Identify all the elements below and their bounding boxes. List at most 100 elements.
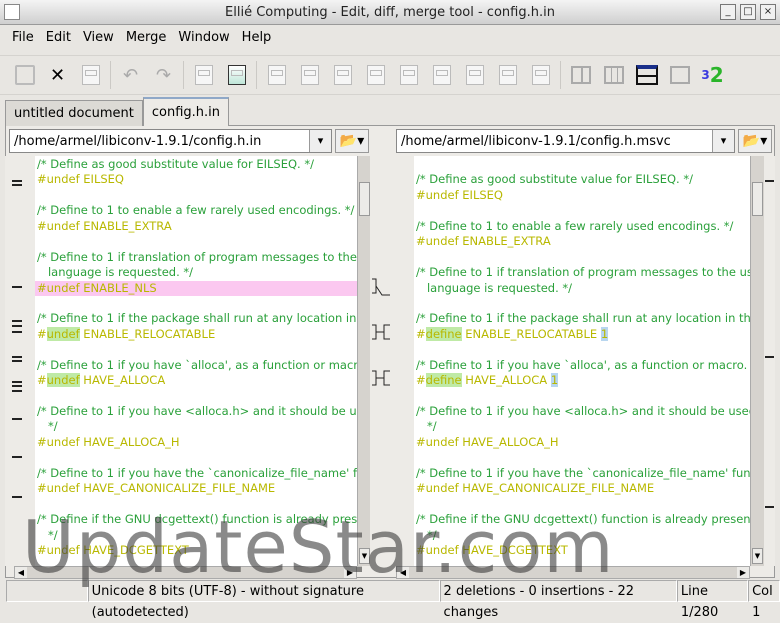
changed-value: 1 — [550, 373, 559, 388]
close-button[interactable]: × — [760, 4, 776, 20]
code-line: /* Define to 1 if the package shall run … — [37, 311, 357, 326]
scroll-left-arrow[interactable]: ◀ — [15, 567, 27, 578]
code-text: # — [37, 373, 47, 388]
merge-button-1[interactable] — [260, 59, 293, 91]
merge-icon — [465, 65, 484, 85]
changed-token: undef — [46, 326, 80, 341]
code-line: /* Define to 1 to enable a few rarely us… — [37, 203, 355, 218]
next-diff-button[interactable] — [220, 59, 253, 91]
code-line: #undef HAVE_ALLOCA_H — [416, 434, 559, 449]
chevron-down-icon[interactable]: ▾ — [309, 130, 331, 152]
save-button[interactable] — [8, 59, 41, 91]
diff-count-button[interactable]: 32 — [696, 59, 729, 91]
layout-three-columns-button[interactable] — [597, 59, 630, 91]
scroll-right-arrow[interactable]: ▶ — [344, 567, 356, 578]
code-line: /* Define to 1 if you have the `canonica… — [37, 465, 357, 480]
changed-token: define — [425, 326, 462, 341]
left-vertical-scrollbar[interactable]: ▼ — [357, 156, 371, 566]
tab-config-h-in[interactable]: config.h.in — [142, 97, 230, 126]
merge-button-2[interactable] — [293, 59, 326, 91]
menu-merge[interactable]: Merge — [120, 26, 173, 50]
layout-columns-button[interactable] — [663, 59, 696, 91]
merge-icon — [432, 65, 451, 85]
code-text: # — [416, 373, 426, 388]
code-line: /* Define as good substitute value for E… — [37, 157, 314, 171]
save-all-button[interactable] — [74, 59, 107, 91]
left-editor[interactable]: /* Define as good substitute value for E… — [35, 156, 357, 566]
scroll-thumb[interactable] — [752, 182, 763, 216]
previous-diff-icon — [194, 65, 213, 85]
menu-window[interactable]: Window — [172, 26, 235, 50]
code-text: ENABLE_RELOCATABLE — [79, 326, 216, 341]
code-text: HAVE_ALLOCA — [461, 373, 551, 388]
right-path-combo[interactable]: /home/armel/libiconv-1.9.1/config.h.msvc… — [396, 129, 735, 153]
code-text: # — [37, 326, 47, 341]
menu-edit[interactable]: Edit — [40, 26, 77, 50]
merge-icon — [498, 65, 517, 85]
left-horizontal-scrollbar[interactable]: ◀ ▶ — [14, 566, 357, 579]
right-vertical-scrollbar[interactable]: ▼ — [750, 156, 764, 566]
code-line: #undef HAVE_ALLOCA_H — [37, 434, 180, 449]
merge-button-5[interactable] — [392, 59, 425, 91]
undo-button[interactable]: ↶ — [114, 59, 147, 91]
toolbar: ✕ ↶ ↷ 32 — [0, 55, 780, 95]
scroll-down-arrow[interactable]: ▼ — [752, 548, 763, 564]
merge-button-9[interactable] — [524, 59, 557, 91]
merge-icon — [333, 65, 352, 85]
menu-view[interactable]: View — [77, 26, 120, 50]
scroll-down-arrow[interactable]: ▼ — [359, 548, 370, 564]
changed-line: #define HAVE_ALLOCA 1 — [414, 373, 750, 388]
code-line: /* Define to 1 if the package shall run … — [416, 311, 750, 326]
left-open-button[interactable]: 📂▾ — [335, 129, 369, 153]
app-icon[interactable] — [4, 4, 20, 20]
status-encoding: Unicode 8 bits (UTF-8) - without signatu… — [87, 580, 440, 620]
maximize-button[interactable]: □ — [740, 4, 756, 20]
right-horizontal-scrollbar[interactable]: ◀ ▶ — [396, 566, 750, 579]
merge-icon — [366, 65, 385, 85]
left-overview-gutter[interactable] — [5, 156, 30, 566]
merge-button-8[interactable] — [491, 59, 524, 91]
right-overview-gutter[interactable] — [764, 156, 775, 566]
folder-open-icon: 📂▾ — [742, 133, 768, 149]
scroll-thumb[interactable] — [359, 182, 370, 216]
menu-help[interactable]: Help — [236, 26, 278, 50]
right-open-button[interactable]: 📂▾ — [738, 129, 772, 153]
document-tabs: untitled document config.h.in — [5, 97, 230, 126]
merge-button-4[interactable] — [359, 59, 392, 91]
layout-two-columns-button[interactable] — [564, 59, 597, 91]
changed-line: #define ENABLE_RELOCATABLE 1 — [414, 326, 750, 342]
columns-icon — [669, 66, 690, 84]
merge-button-7[interactable] — [458, 59, 491, 91]
merge-icon — [531, 65, 550, 85]
changed-line: #undef ENABLE_RELOCATABLE — [35, 326, 357, 342]
merge-button-6[interactable] — [425, 59, 458, 91]
scroll-left-arrow[interactable]: ◀ — [397, 567, 409, 578]
redo-button[interactable]: ↷ — [147, 59, 180, 91]
close-document-button[interactable]: ✕ — [41, 59, 74, 91]
code-line: /* Define to 1 if translation of program… — [416, 265, 750, 280]
merge-icon — [300, 65, 319, 85]
chevron-down-icon[interactable]: ▾ — [712, 130, 734, 152]
tab-untitled-document[interactable]: untitled document — [5, 100, 143, 126]
diff-count-icon-3: 3 — [701, 68, 710, 82]
code-line: /* Define to 1 if you have the `canonica… — [416, 465, 750, 480]
layout-top-split-button[interactable] — [630, 59, 663, 91]
scroll-right-arrow[interactable]: ▶ — [737, 567, 749, 578]
left-path-combo[interactable]: /home/armel/libiconv-1.9.1/config.h.in ▾ — [9, 129, 332, 153]
code-line: */ — [416, 527, 437, 542]
code-line: /* Define to 1 if you have `alloca', as … — [416, 357, 750, 372]
menu-file[interactable]: File — [6, 26, 40, 50]
code-line: /* Define to 1 if you have <alloca.h> an… — [416, 404, 750, 418]
code-text: HAVE_ALLOCA — [79, 373, 166, 388]
merge-button-3[interactable] — [326, 59, 359, 91]
code-line: #undef EILSEQ — [416, 187, 503, 202]
top-split-icon — [635, 65, 658, 85]
next-diff-icon — [227, 65, 246, 85]
right-editor[interactable]: /* Define as good substitute value for E… — [414, 156, 750, 566]
minimize-button[interactable]: _ — [720, 4, 736, 20]
previous-diff-button[interactable] — [187, 59, 220, 91]
